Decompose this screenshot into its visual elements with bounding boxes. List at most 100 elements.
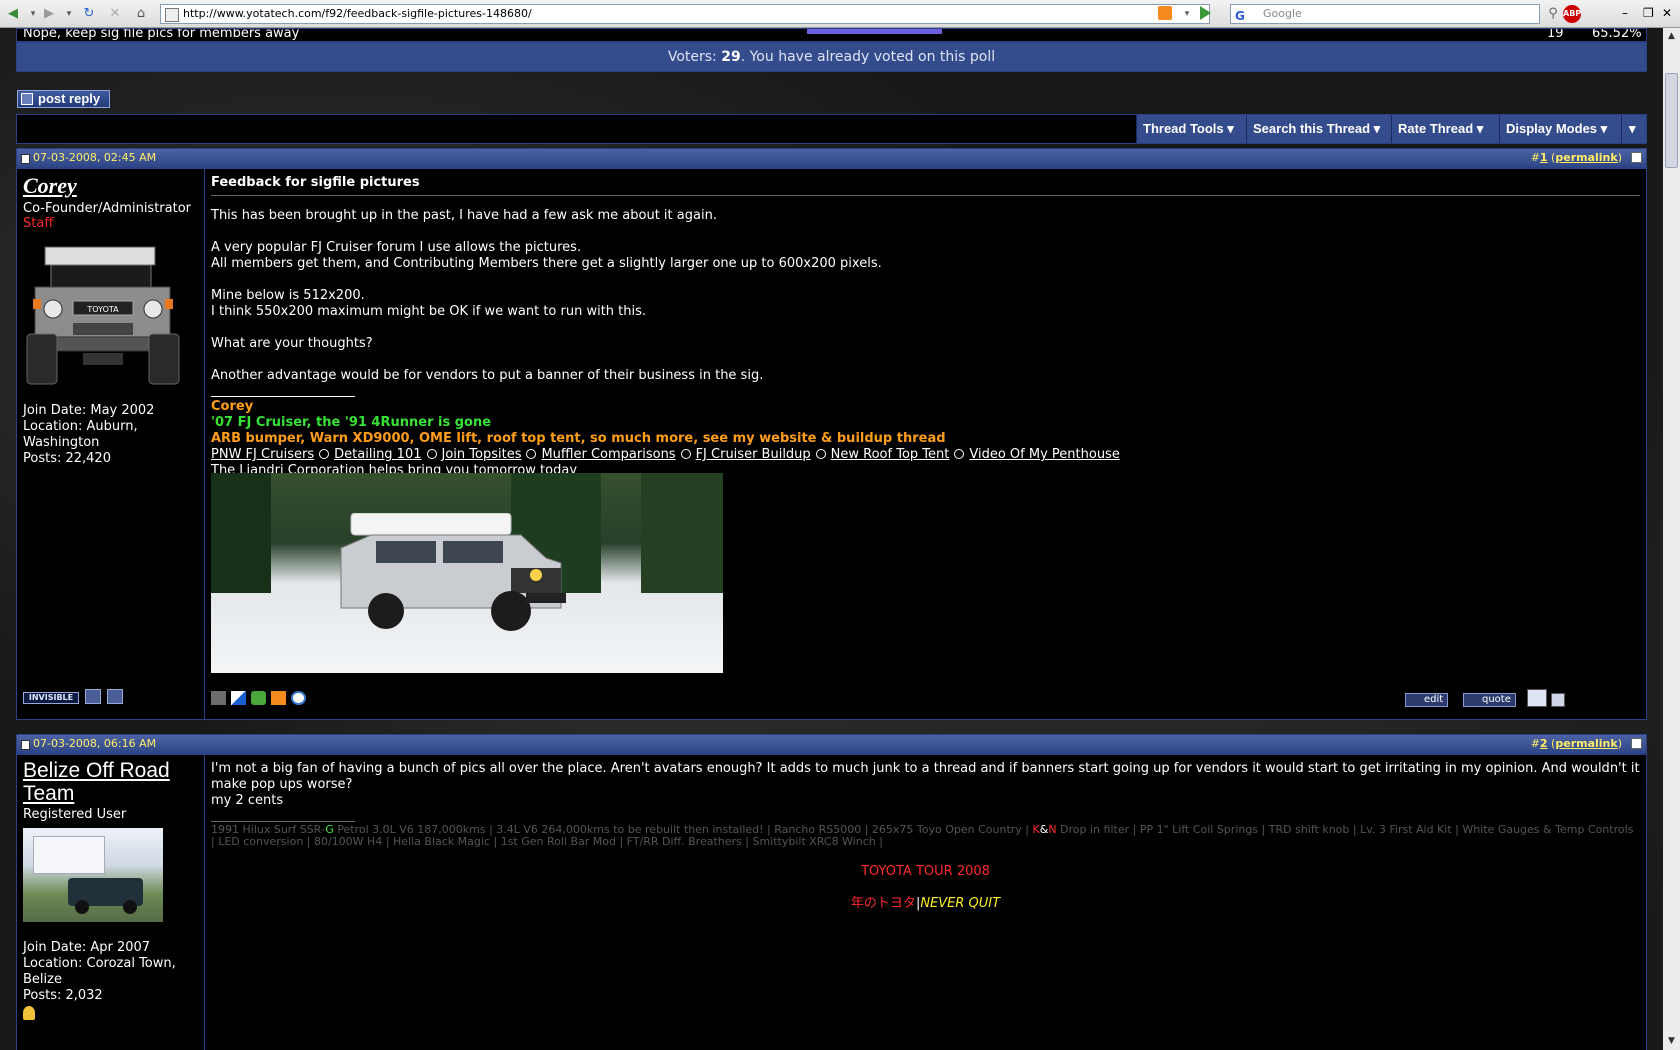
sig-link-topsites[interactable]: Join Topsites	[442, 447, 522, 462]
post-reply-button[interactable]: post reply	[17, 90, 110, 108]
post-reply-label: post reply	[38, 91, 101, 106]
location: Location: Corozal Town, Belize	[23, 956, 176, 987]
adblock-icon[interactable]: ABP	[1563, 5, 1581, 23]
voters-count: 29	[721, 49, 741, 65]
edit-label: edit	[1424, 694, 1444, 705]
rss-feed-icon[interactable]	[1158, 6, 1172, 20]
restore-icon[interactable]: ❐	[1643, 6, 1654, 20]
vertical-scrollbar[interactable]: ▲ ▼	[1662, 28, 1680, 1050]
invisible-status-badge: INVISIBLE	[23, 692, 79, 704]
user-avatar[interactable]: TOYOTA	[23, 239, 183, 389]
home-icon[interactable]: ⌂	[132, 5, 150, 23]
message-line: my 2 cents	[211, 793, 284, 808]
minimize-icon[interactable]: –	[1622, 6, 1628, 20]
voters-label: Voters:	[667, 49, 717, 65]
ip-address-icon[interactable]	[107, 689, 123, 704]
slogan-japanese: 年のトヨタ	[850, 896, 916, 911]
quote-button[interactable]: quote	[1463, 693, 1516, 707]
post-1-userinfo: Corey Co-Founder/Administrator Staff TOY…	[17, 169, 205, 719]
smiley-icon	[680, 449, 691, 459]
thread-tools-menu[interactable]: Thread Tools ▾	[1136, 115, 1246, 143]
permalink-link[interactable]: permalink	[1555, 737, 1617, 750]
browser-toolbar: ◀ ▾ ▶ ▾ ↻ ✕ ⌂ http://www.yotatech.com/f9…	[0, 0, 1680, 28]
slogan-never-quit: NEVER QUIT	[920, 896, 1001, 911]
sig-link-mufflers[interactable]: Muffler Comparisons	[541, 447, 675, 462]
url-dropdown-icon[interactable]: ▾	[1178, 5, 1196, 23]
scroll-up-arrow-icon[interactable]: ▲	[1663, 28, 1680, 45]
reload-icon[interactable]: ↻	[80, 5, 98, 23]
post-number-link[interactable]: 2	[1540, 737, 1548, 750]
forum-page: Nope, keep sig file pics for members awa…	[0, 28, 1663, 1050]
chevron-down-icon: ▾	[1600, 121, 1608, 136]
search-thread-menu[interactable]: Search this Thread ▾	[1246, 115, 1391, 143]
quote-label: quote	[1482, 694, 1511, 705]
report-post-icon[interactable]	[85, 689, 101, 704]
close-icon[interactable]: ✕	[1662, 6, 1672, 20]
post-count: Posts: 22,420	[23, 451, 111, 466]
post-select-checkbox[interactable]	[1631, 738, 1642, 749]
scroll-down-arrow-icon[interactable]: ▼	[1663, 1033, 1680, 1050]
signature-vehicle-mods: 1991 Hilux Surf SSR-G Petrol 3.0L V6 187…	[211, 824, 1640, 848]
address-url: http://www.yotatech.com/f92/feedback-sig…	[183, 7, 532, 20]
sig-link-detailing[interactable]: Detailing 101	[334, 447, 421, 462]
message-line: This has been brought up in the past, I …	[211, 208, 717, 223]
reply-icon	[21, 93, 33, 105]
post-status-icon	[21, 154, 30, 164]
edit-button[interactable]: edit	[1405, 693, 1449, 707]
sig-link-video[interactable]: Video Of My Penthouse	[969, 447, 1119, 462]
message-line: Another advantage would be for vendors t…	[211, 368, 764, 383]
scroll-thumb[interactable]	[1665, 73, 1678, 168]
signature-slogan: 年のトヨタ|NEVER QUIT	[211, 896, 1640, 912]
post-count: Posts: 2,032	[23, 988, 103, 1003]
forward-dropdown-icon[interactable]: ▾	[60, 5, 78, 23]
chevron-down-icon: ▾	[1629, 121, 1636, 136]
furl-icon[interactable]	[271, 691, 286, 705]
back-arrow-icon[interactable]: ◀	[4, 5, 22, 23]
google-logo-icon[interactable]: G	[1235, 7, 1245, 25]
post-number: #2 (permalink)	[1530, 737, 1622, 750]
search-box[interactable]: G Google	[1230, 4, 1540, 24]
display-modes-menu[interactable]: Display Modes ▾	[1499, 115, 1621, 143]
post-date: 07-03-2008, 06:16 AM	[33, 737, 157, 750]
sig-link-buildup[interactable]: FJ Cruiser Buildup	[696, 447, 811, 462]
sig-link-pnw-fj[interactable]: PNW FJ Cruisers	[211, 447, 314, 462]
search-magnifier-icon[interactable]: ⚲	[1544, 5, 1562, 23]
forward-arrow-icon[interactable]: ▶	[40, 5, 58, 23]
search-thread-label: Search this Thread	[1253, 121, 1371, 136]
username-link[interactable]: Corey	[23, 173, 198, 199]
more-tools-menu[interactable]: ▾	[1621, 115, 1646, 143]
signature-vehicle: '07 FJ Cruiser, the '91 4Runner is gone	[211, 415, 492, 430]
permalink-link[interactable]: permalink	[1555, 151, 1617, 164]
address-bar[interactable]: http://www.yotatech.com/f92/feedback-sig…	[160, 4, 1210, 24]
thread-toolbar: Thread Tools ▾ Search this Thread ▾ Rate…	[16, 114, 1647, 144]
delicious-icon[interactable]	[231, 691, 246, 705]
post-number-link[interactable]: 1	[1540, 151, 1548, 164]
google-bookmark-icon[interactable]	[291, 691, 306, 705]
quick-reply-icon[interactable]	[1551, 693, 1565, 707]
signature-links: PNW FJ Cruisers Detailing 101 Join Topsite…	[211, 447, 1640, 463]
stop-icon[interactable]: ✕	[106, 5, 124, 23]
chevron-down-icon: ▾	[1373, 121, 1381, 136]
signature-picture	[211, 473, 723, 673]
digg-icon[interactable]	[211, 691, 226, 705]
multi-quote-icon[interactable]	[1527, 689, 1547, 707]
smiley-icon	[526, 449, 537, 459]
poll-option-label: Nope, keep sig file pics for members awa…	[23, 28, 300, 41]
post-1-body: Corey Co-Founder/Administrator Staff TOY…	[16, 168, 1647, 720]
username-link[interactable]: Belize Off Road Team	[23, 759, 198, 805]
social-bookmark-icons	[211, 691, 306, 705]
poll-option-count: 19	[1547, 28, 1564, 41]
poll-voters-bar: Voters: 29. You have already voted on th…	[16, 42, 1647, 72]
rate-thread-menu[interactable]: Rate Thread ▾	[1391, 115, 1499, 143]
signature-divider	[211, 396, 355, 397]
sig-kn-n: N	[1048, 823, 1057, 836]
message-line: I think 550x200 maximum might be OK if w…	[211, 304, 647, 319]
user-avatar[interactable]	[23, 828, 163, 922]
post-select-checkbox[interactable]	[1631, 152, 1642, 163]
post-title: Feedback for sigfile pictures	[211, 169, 1640, 196]
sig-link-roof-tent[interactable]: New Roof Top Tent	[831, 447, 950, 462]
go-icon[interactable]	[1200, 6, 1211, 20]
user-title: Co-Founder/Administrator	[23, 201, 192, 216]
signature-divider	[211, 821, 355, 822]
stumbleupon-icon[interactable]	[251, 691, 266, 705]
